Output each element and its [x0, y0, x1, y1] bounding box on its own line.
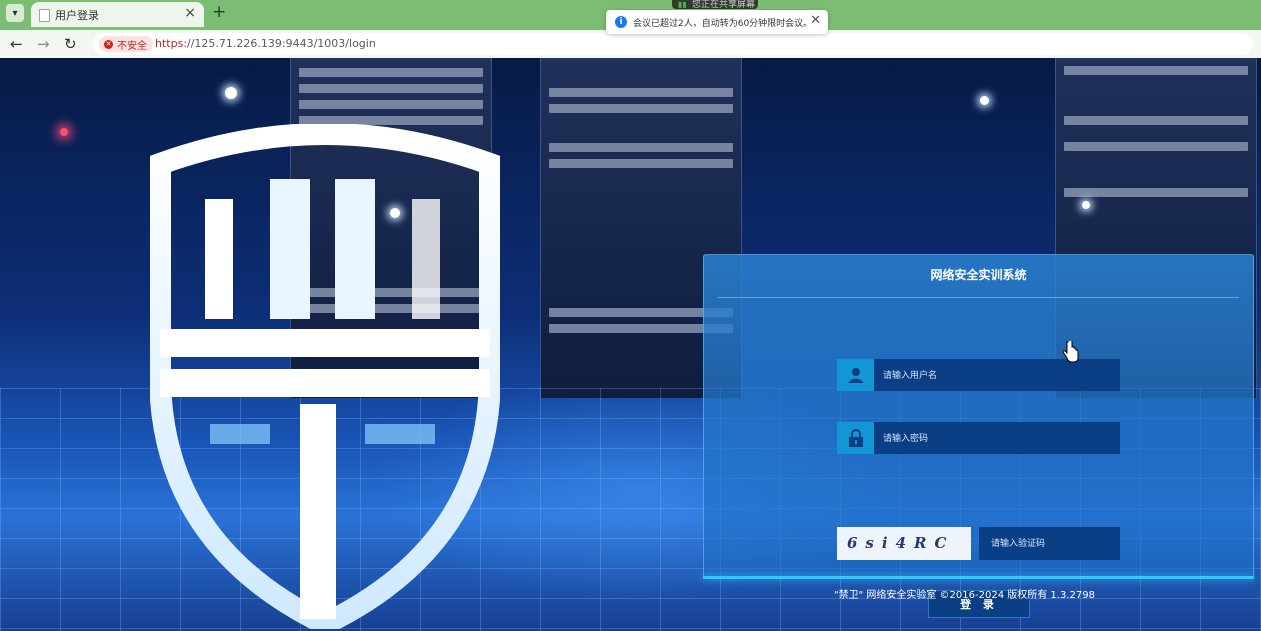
user-icon — [837, 359, 874, 391]
browser-tab-login[interactable]: 用户登录 × — [31, 2, 204, 27]
security-chip[interactable]: ✕ 不安全 — [99, 36, 153, 52]
captcha-image[interactable]: 6si4RC — [837, 527, 971, 560]
new-tab-button[interactable]: + — [212, 2, 226, 22]
login-page-background: 网络安全实训系统 6si4RC 登 录 "禁卫" 网络安全实验室 ©2016-2… — [0, 58, 1261, 631]
reload-icon[interactable]: ↻ — [64, 35, 77, 53]
screen-share-label: 您正在共享屏幕 — [692, 0, 756, 9]
close-icon[interactable]: ✕ — [810, 13, 821, 28]
lock-icon — [837, 422, 874, 454]
username-field[interactable] — [837, 359, 1120, 393]
light-dot — [1082, 201, 1090, 209]
shield-logo-icon — [150, 124, 500, 629]
login-card: 网络安全实训系统 6si4RC 登 录 — [703, 254, 1254, 618]
tab-search-button[interactable]: ▾ — [6, 4, 24, 22]
address-bar[interactable]: ✕ 不安全 https://125.71.226.139:9443/1003/l… — [93, 33, 1253, 55]
password-input[interactable] — [881, 422, 1115, 456]
tab-title: 用户登录 — [55, 9, 99, 22]
captcha-field[interactable] — [979, 527, 1120, 561]
light-dot — [60, 128, 68, 136]
light-dot — [225, 87, 237, 99]
copyright-footer: "禁卫" 网络安全实验室 ©2016-2024 版权所有 1.3.2798 — [834, 590, 1095, 601]
security-label: 不安全 — [117, 40, 147, 52]
username-input[interactable] — [881, 359, 1115, 393]
card-accent-line — [703, 576, 1254, 579]
back-arrow-icon[interactable]: ← — [10, 35, 23, 53]
meeting-notification: i 会议已超过2人，自动转为60分钟限时会议。 ✕ — [606, 10, 828, 34]
warning-icon: ✕ — [104, 39, 113, 49]
screen-share-indicator[interactable]: ▮▮ 您正在共享屏幕 — [672, 0, 758, 9]
signal-bars-icon: ▮▮ — [678, 0, 687, 9]
url-text: https://125.71.226.139:9443/1003/login — [155, 37, 376, 50]
url-scheme: https — [155, 37, 184, 50]
forward-arrow-icon[interactable]: → — [37, 35, 50, 53]
captcha-input[interactable] — [989, 527, 1118, 561]
password-field[interactable] — [837, 422, 1120, 456]
system-title: 网络安全实训系统 — [930, 268, 1027, 282]
tab-close-icon[interactable]: × — [184, 5, 196, 21]
url-rest: ://125.71.226.139:9443/1003/login — [183, 37, 376, 50]
light-dot — [980, 96, 989, 105]
page-favicon-icon — [39, 9, 50, 22]
title-divider — [718, 297, 1239, 298]
hand-cursor-icon — [1062, 341, 1079, 363]
notification-message: 会议已超过2人，自动转为60分钟限时会议。 — [633, 19, 813, 29]
info-icon: i — [615, 16, 627, 28]
